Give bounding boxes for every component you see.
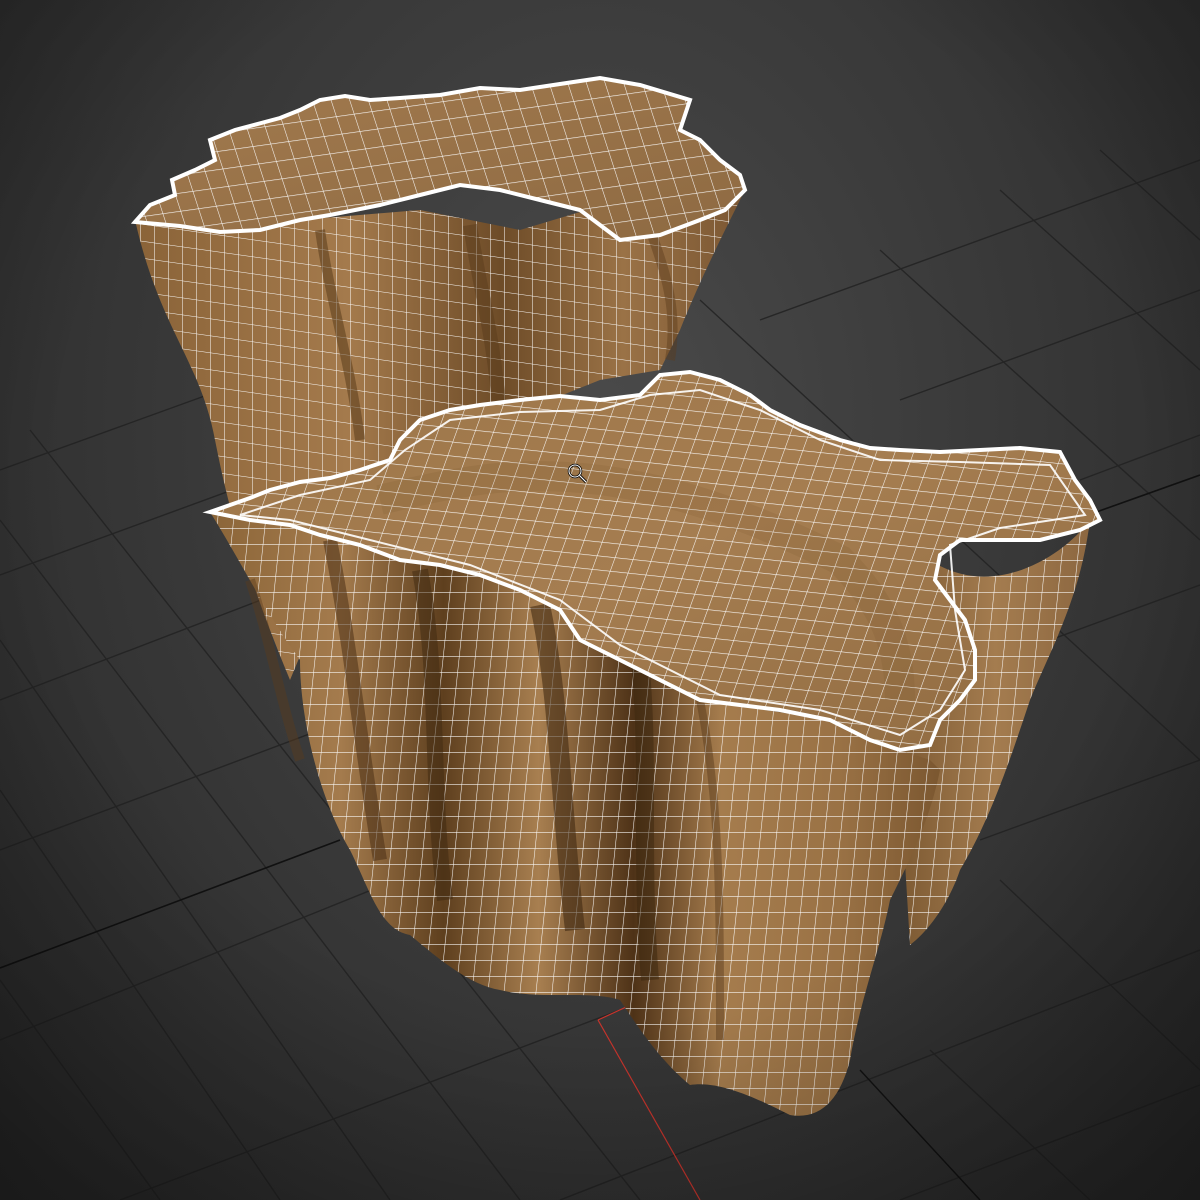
3d-viewport[interactable] xyxy=(0,0,1200,1200)
viewport-scene[interactable] xyxy=(0,0,1200,1200)
zoom-magnifier-icon xyxy=(567,463,588,484)
viewport-vignette xyxy=(0,0,1200,1200)
